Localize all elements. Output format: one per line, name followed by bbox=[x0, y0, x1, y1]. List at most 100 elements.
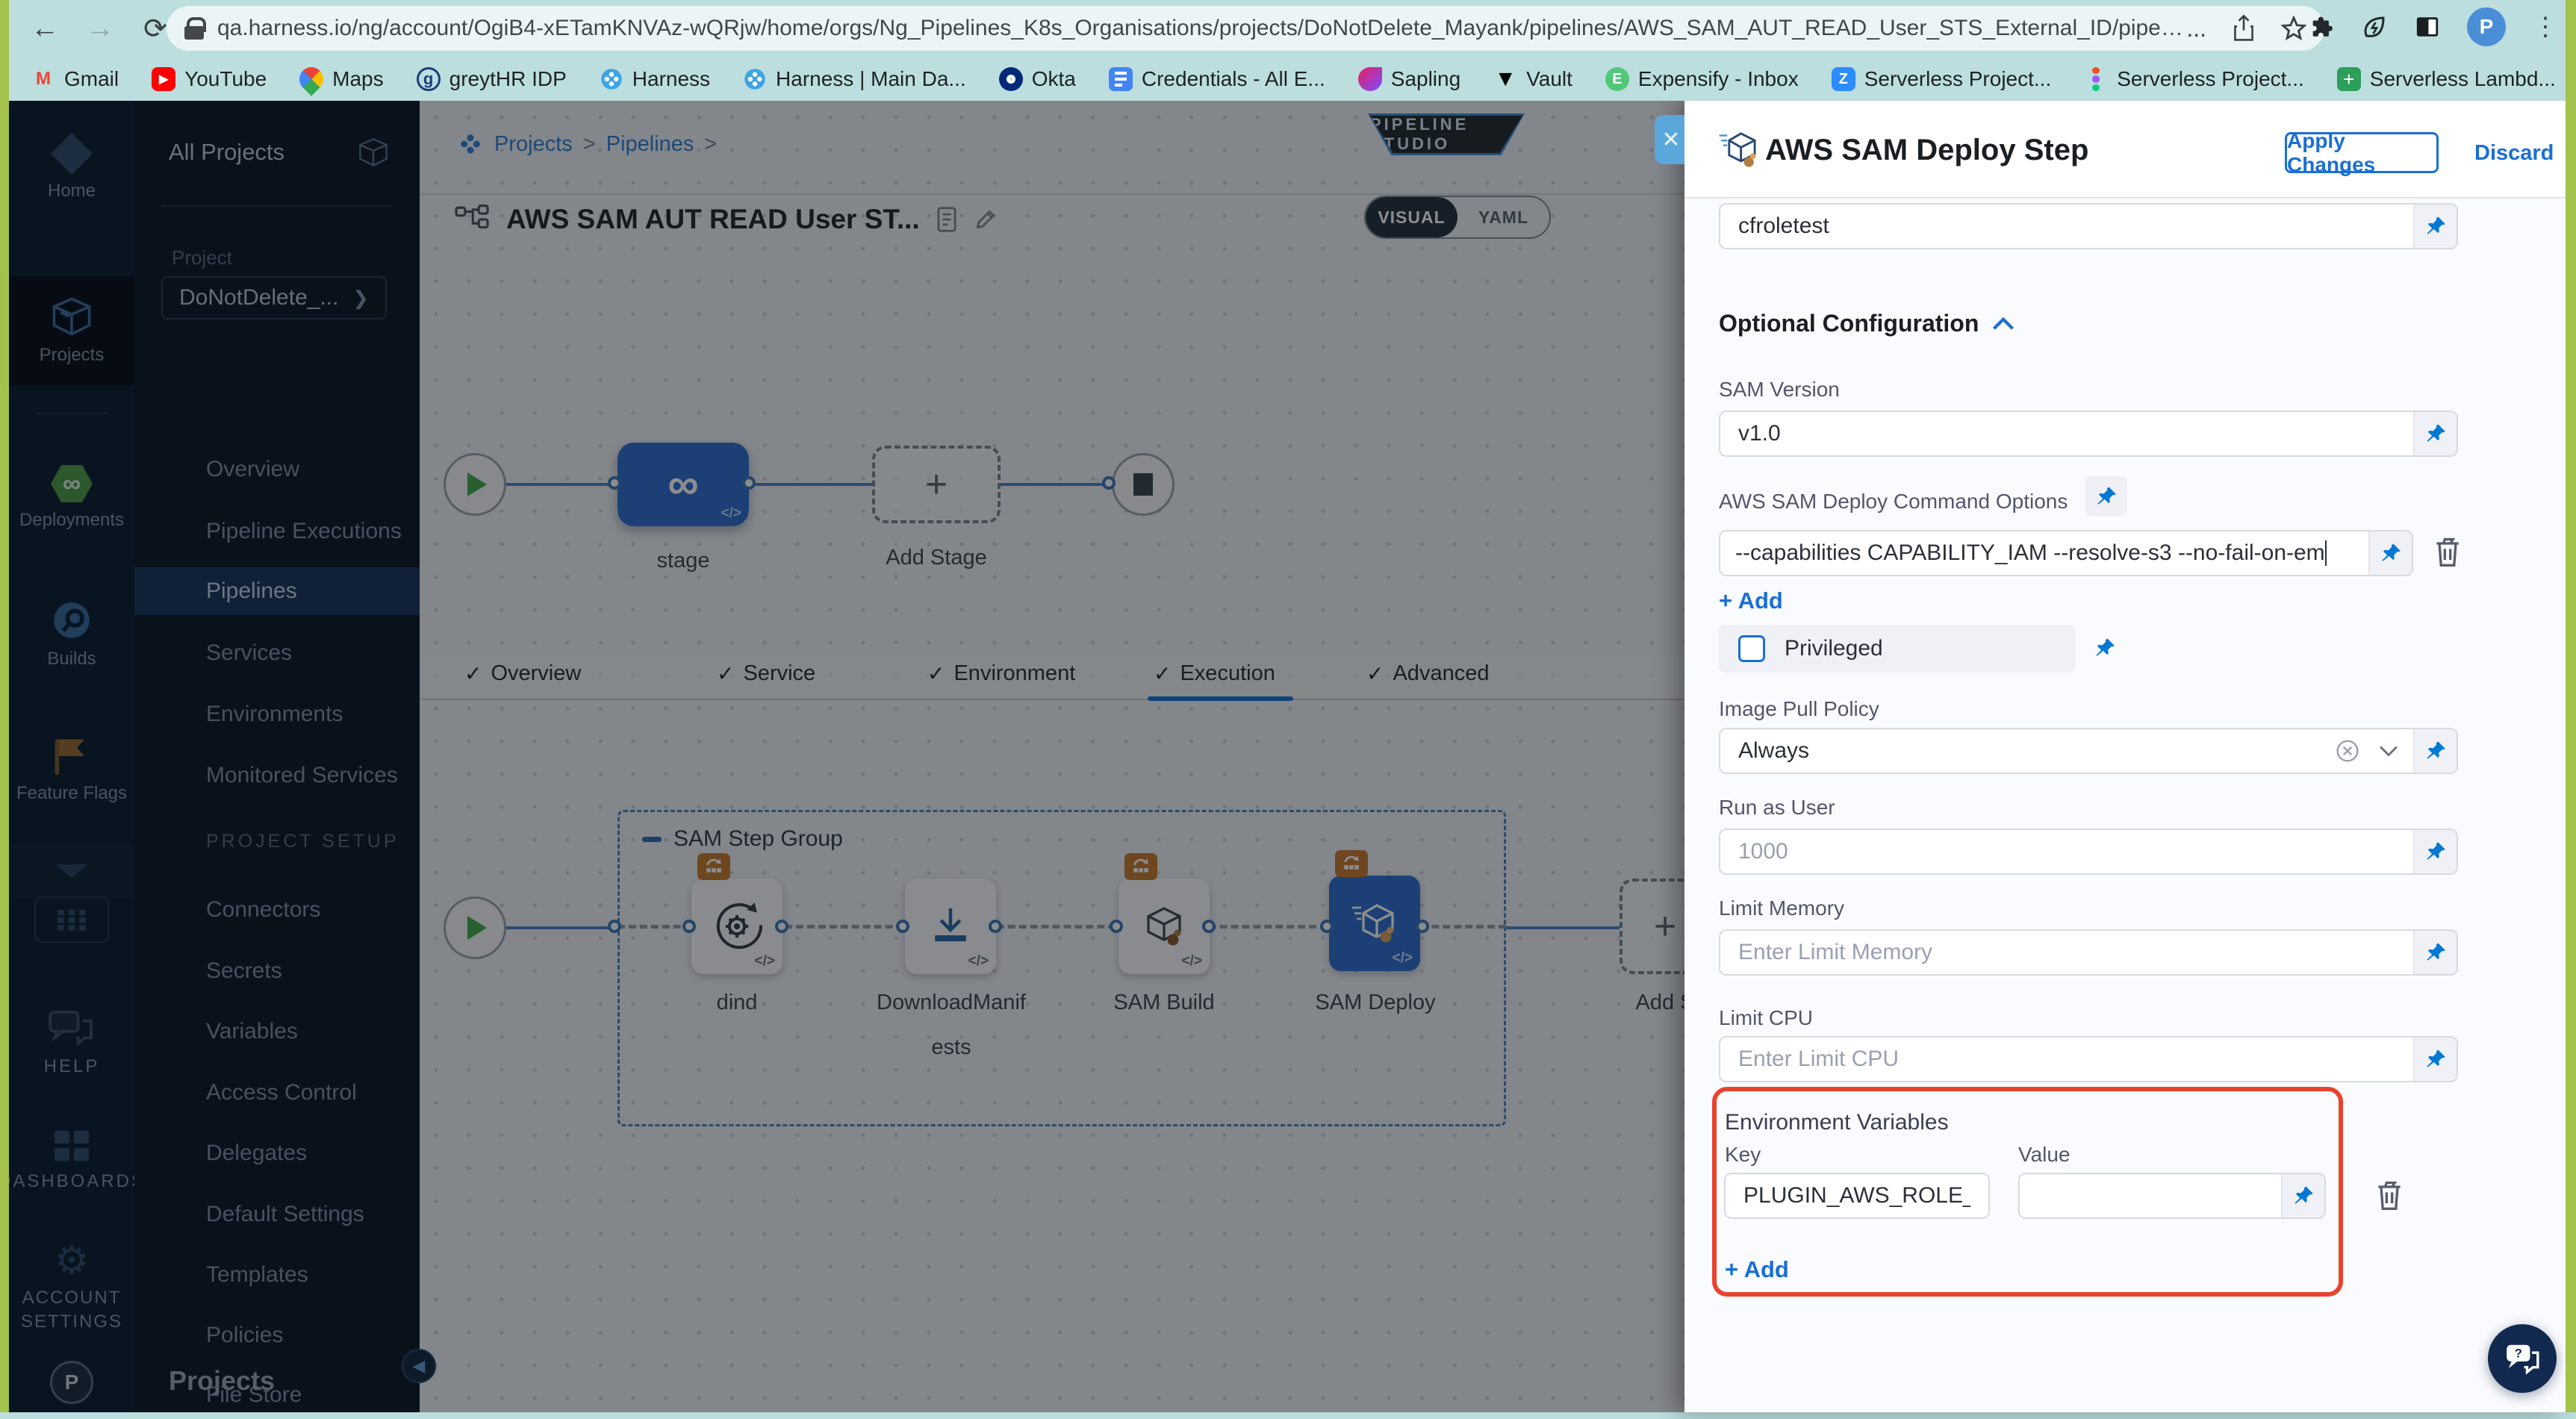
limit-memory-input[interactable] bbox=[1720, 931, 2413, 974]
nav-collapse-button[interactable]: ◀ bbox=[402, 1349, 436, 1383]
sidebar-item-dashboards[interactable]: DASHBOARDS bbox=[9, 1128, 134, 1192]
role-input[interactable] bbox=[1720, 205, 2413, 248]
pipeline-start-node[interactable] bbox=[444, 453, 506, 516]
delete-env-variable-button[interactable] bbox=[2373, 1177, 2406, 1213]
browser-back-button[interactable]: ← bbox=[27, 10, 63, 46]
add-stage-button[interactable]: + bbox=[872, 446, 1001, 523]
bookmark-maps[interactable]: Maps bbox=[299, 67, 383, 91]
bookmark-vault[interactable]: ▼ Vault bbox=[1493, 67, 1572, 91]
pin-button[interactable] bbox=[2413, 729, 2457, 773]
nav-item-services[interactable]: Services bbox=[134, 629, 420, 677]
sidebar-item-deployments[interactable]: ∞ Deployments bbox=[9, 465, 134, 531]
tab-environment[interactable]: ✓Environment bbox=[927, 661, 1075, 686]
all-projects-button[interactable]: All Projects bbox=[169, 137, 390, 168]
project-selector[interactable]: DoNotDelete_... ❯ bbox=[161, 276, 387, 319]
bookmark-serverless-project-2[interactable]: Serverless Project... bbox=[2084, 67, 2304, 91]
bookmark-harness[interactable]: Harness bbox=[600, 67, 710, 91]
privileged-pin-button[interactable] bbox=[2094, 637, 2116, 659]
add-step-button[interactable]: + bbox=[1620, 879, 1693, 974]
bookmark-star-icon[interactable] bbox=[2281, 16, 2306, 41]
nav-item-pipeline-executions[interactable]: Pipeline Executions bbox=[134, 508, 420, 555]
nav-item-templates[interactable]: Templates bbox=[134, 1251, 420, 1299]
add-command-option-link[interactable]: + Add bbox=[1719, 587, 1783, 614]
side-panel-icon[interactable] bbox=[2415, 14, 2440, 40]
help-chat-fab[interactable]: ? bbox=[2488, 1324, 2557, 1393]
url-ellipsis-icon[interactable]: ... bbox=[2186, 15, 2206, 43]
sidebar-item-home[interactable]: Home bbox=[9, 134, 134, 202]
tab-execution[interactable]: ✓Execution bbox=[1154, 661, 1275, 686]
sidebar-item-feature-flags[interactable]: Feature Flags bbox=[9, 737, 134, 804]
bookmark-credentials[interactable]: Credentials - All E... bbox=[1109, 67, 1325, 91]
bookmark-sapling[interactable]: Sapling bbox=[1358, 67, 1460, 91]
share-icon[interactable] bbox=[2232, 15, 2256, 42]
bookmark-serverless-project-1[interactable]: Z Serverless Project... bbox=[1832, 67, 2052, 91]
bookmark-expensify[interactable]: E Expensify - Inbox bbox=[1605, 67, 1799, 91]
pin-button[interactable] bbox=[2281, 1174, 2324, 1217]
nav-item-access-control[interactable]: Access Control bbox=[134, 1069, 420, 1117]
execution-start-node[interactable] bbox=[444, 896, 506, 959]
browser-forward-button[interactable]: → bbox=[82, 10, 118, 46]
pin-button[interactable] bbox=[2413, 1038, 2457, 1081]
pin-button[interactable] bbox=[2413, 412, 2457, 455]
add-env-variable-link[interactable]: + Add bbox=[1725, 1256, 1789, 1283]
tab-service[interactable]: ✓Service bbox=[717, 661, 815, 686]
sidebar-item-builds[interactable]: Builds bbox=[9, 599, 134, 670]
privileged-checkbox[interactable] bbox=[1738, 635, 1765, 662]
sam-version-input[interactable] bbox=[1720, 412, 2413, 455]
sidebar-collapse-section[interactable] bbox=[9, 844, 134, 898]
step-node-sam-deploy[interactable]: </> bbox=[1329, 876, 1420, 971]
bookmark-greythr[interactable]: g greytHR IDP bbox=[417, 67, 567, 91]
nav-item-pipelines[interactable]: Pipelines bbox=[134, 567, 420, 615]
pipeline-end-node[interactable] bbox=[1112, 453, 1175, 516]
sidebar-item-account-settings[interactable]: ⚙ ACCOUNT SETTINGS bbox=[9, 1241, 134, 1332]
browser-menu-icon[interactable]: ⋮ bbox=[2533, 12, 2558, 42]
edit-pencil-icon[interactable] bbox=[974, 208, 998, 231]
apply-changes-button[interactable]: Apply Changes bbox=[2285, 132, 2439, 173]
select-chevron-down-icon[interactable] bbox=[2379, 744, 2398, 758]
browser-profile-avatar[interactable]: P bbox=[2467, 7, 2506, 46]
step-node-download-manifests[interactable]: </> bbox=[905, 879, 996, 974]
optional-configuration-header[interactable]: Optional Configuration bbox=[1719, 310, 2015, 337]
nav-item-environments[interactable]: Environments bbox=[134, 690, 420, 738]
toggle-yaml[interactable]: YAML bbox=[1457, 197, 1549, 237]
extensions-puzzle-icon[interactable] bbox=[2309, 14, 2334, 40]
pin-button[interactable] bbox=[2413, 205, 2457, 248]
bookmark-harness-main[interactable]: Harness | Main Da... bbox=[743, 67, 966, 91]
sidebar-user-avatar[interactable]: P bbox=[9, 1361, 134, 1404]
tab-advanced[interactable]: ✓Advanced bbox=[1366, 661, 1489, 686]
step-group-header[interactable]: SAM Step Group bbox=[642, 826, 843, 852]
nav-item-delegates[interactable]: Delegates bbox=[134, 1129, 420, 1177]
nav-item-overview[interactable]: Overview bbox=[134, 446, 420, 493]
stage-node[interactable]: ∞ </> bbox=[617, 443, 749, 526]
notes-icon[interactable] bbox=[936, 206, 957, 233]
collapse-minus-icon[interactable] bbox=[642, 837, 662, 842]
bookmark-gmail[interactable]: M Gmail bbox=[31, 67, 119, 91]
sidebar-apps-grid[interactable] bbox=[9, 896, 134, 943]
nav-item-variables[interactable]: Variables bbox=[134, 1008, 420, 1055]
step-node-dind[interactable]: </> bbox=[691, 879, 783, 974]
run-as-user-input[interactable] bbox=[1720, 830, 2413, 873]
leaf-extension-icon[interactable] bbox=[2361, 13, 2388, 40]
breadcrumb-pipelines-link[interactable]: Pipelines bbox=[606, 132, 694, 157]
nav-item-monitored-services[interactable]: Monitored Services bbox=[134, 752, 420, 799]
bookmark-okta[interactable]: Okta bbox=[999, 67, 1076, 91]
nav-item-secrets[interactable]: Secrets bbox=[134, 947, 420, 995]
sidebar-item-projects[interactable]: Projects bbox=[9, 276, 134, 385]
nav-item-policies[interactable]: Policies bbox=[134, 1312, 420, 1359]
breadcrumb-projects-link[interactable]: Projects bbox=[494, 132, 573, 157]
image-pull-policy-select[interactable] bbox=[1720, 729, 2336, 773]
url-bar[interactable]: qa.harness.io/ng/account/OgiB4-xETamKNVA… bbox=[167, 6, 2324, 51]
env-value-input[interactable] bbox=[2020, 1174, 2281, 1217]
pin-button[interactable] bbox=[2413, 931, 2457, 974]
tab-overview[interactable]: ✓Overview bbox=[464, 661, 581, 686]
env-key-input[interactable] bbox=[1726, 1174, 1988, 1217]
discard-button[interactable]: Discard bbox=[2474, 141, 2554, 166]
command-options-pin-button[interactable] bbox=[2085, 476, 2127, 517]
pin-button[interactable] bbox=[2368, 531, 2412, 575]
toggle-visual[interactable]: VISUAL bbox=[1366, 197, 1457, 237]
sidebar-item-help[interactable]: ? HELP bbox=[9, 1010, 134, 1077]
clear-selection-icon[interactable] bbox=[2336, 739, 2359, 763]
nav-item-default-settings[interactable]: Default Settings bbox=[134, 1191, 420, 1238]
drawer-close-button[interactable]: ✕ bbox=[1655, 115, 1687, 164]
bookmark-serverless-lambda[interactable]: + Serverless Lambd... bbox=[2337, 67, 2556, 91]
